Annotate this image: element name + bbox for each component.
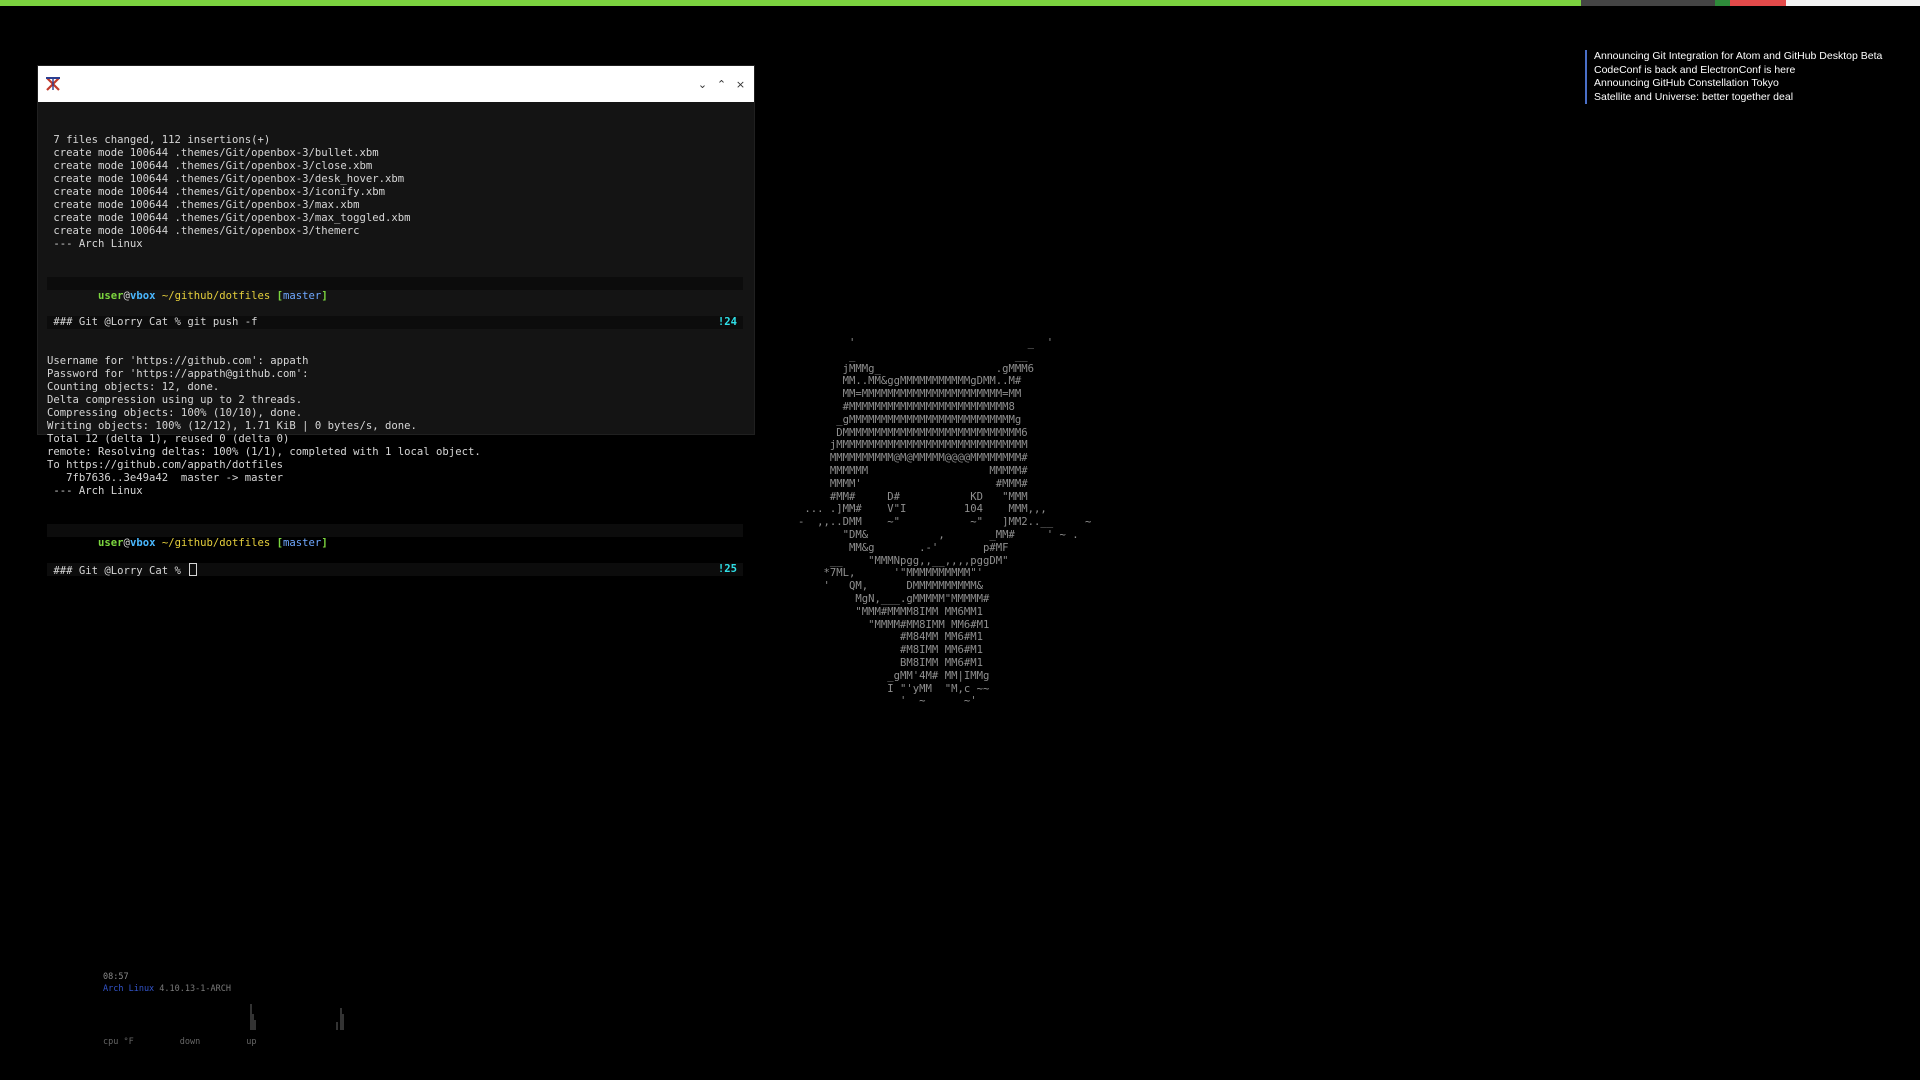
command-output-block: 7 files changed, 112 insertions(+) creat… — [47, 134, 744, 251]
output-line: Counting objects: 12, done. — [47, 381, 220, 393]
command-line: ### Git @Lorry Cat % git push -f !24 — [47, 316, 743, 329]
prompt-host: vbox — [129, 290, 156, 302]
text-cursor — [189, 563, 198, 576]
system-monitor: 08:57 Arch Linux 4.10.13-1-ARCH — [103, 972, 231, 994]
command-output-block: Username for 'https://github.com': appat… — [47, 355, 744, 498]
kernel-version: 4.10.13-1-ARCH — [154, 984, 231, 994]
command-text: ### Git @Lorry Cat % — [47, 565, 188, 577]
shell-prompt: user@vbox ~/github/dotfiles [master] — [47, 277, 743, 302]
output-line: create mode 100644 .themes/Git/openbox-3… — [47, 212, 411, 224]
output-line: create mode 100644 .themes/Git/openbox-3… — [47, 225, 360, 237]
output-line: Username for 'https://github.com': appat… — [47, 355, 309, 367]
terminal-app-icon — [44, 75, 62, 93]
maximize-button[interactable]: ⌃ — [716, 79, 727, 90]
monitor-labels: cpu °F down up — [103, 1037, 302, 1047]
prompt-branch: master — [283, 537, 322, 549]
output-line: create mode 100644 .themes/Git/openbox-3… — [47, 160, 373, 172]
news-feed: Announcing Git Integration for Atom and … — [1585, 50, 1882, 105]
output-line: To https://github.com/appath/dotfiles — [47, 459, 283, 471]
output-line: --- Arch Linux — [47, 238, 143, 250]
output-line: create mode 100644 .themes/Git/openbox-3… — [47, 199, 360, 211]
activity-graphs — [250, 1004, 344, 1030]
status-segment — [1581, 0, 1715, 6]
prompt-host: vbox — [129, 537, 156, 549]
terminal-output[interactable]: 7 files changed, 112 insertions(+) creat… — [38, 102, 754, 602]
command-line[interactable]: ### Git @Lorry Cat % !25 — [47, 563, 743, 577]
status-segment — [1786, 0, 1920, 6]
terminal-titlebar[interactable]: ⌄ ⌃ × — [38, 66, 754, 102]
output-line: Delta compression using up to 2 threads. — [47, 394, 303, 406]
output-line: 7fb7636..3e49a42 master -> master — [47, 472, 283, 484]
top-status-bar — [0, 0, 1920, 6]
prompt-bracket-right: ] — [321, 537, 328, 549]
ascii-art-octocat: ' _ ' _ __ jMMMg_ .gMMM6 MM..MM&ggMMMMMM… — [798, 337, 1092, 708]
prompt-user: user — [98, 537, 124, 549]
distro-name: Arch Linux — [103, 984, 155, 994]
system-info: Arch Linux 4.10.13-1-ARCH — [103, 984, 231, 994]
news-item[interactable]: Announcing Git Integration for Atom and … — [1594, 50, 1882, 64]
output-line: Compressing objects: 100% (10/10), done. — [47, 407, 303, 419]
output-line: Total 12 (delta 1), reused 0 (delta 0) — [47, 433, 290, 445]
command-text: ### Git @Lorry Cat % git push -f — [47, 316, 258, 328]
news-item[interactable]: Satellite and Universe: better together … — [1594, 91, 1882, 105]
prompt-user: user — [98, 290, 124, 302]
history-counter: !25 — [717, 563, 737, 575]
prompt-bracket-right: ] — [321, 290, 328, 302]
clock: 08:57 — [103, 972, 129, 982]
minimize-button[interactable]: ⌄ — [697, 79, 708, 90]
status-segment — [0, 0, 1581, 6]
output-line: create mode 100644 .themes/Git/openbox-3… — [47, 173, 405, 185]
output-line: Writing objects: 100% (12/12), 1.71 KiB … — [47, 420, 417, 432]
output-line: Password for 'https://appath@github.com'… — [47, 368, 309, 380]
prompt-branch: master — [283, 290, 322, 302]
output-line: --- Arch Linux — [47, 485, 143, 497]
prompt-path: ~/github/dotfiles — [155, 290, 277, 302]
close-button[interactable]: × — [735, 79, 746, 90]
news-item[interactable]: Announcing GitHub Constellation Tokyo — [1594, 77, 1882, 91]
shell-prompt: user@vbox ~/github/dotfiles [master] — [47, 524, 743, 549]
history-counter: !24 — [717, 316, 737, 328]
prompt-path: ~/github/dotfiles — [155, 537, 277, 549]
output-line: remote: Resolving deltas: 100% (1/1), co… — [47, 446, 481, 458]
monitor-label: down — [179, 1037, 201, 1047]
status-segment — [1715, 0, 1730, 6]
monitor-label: cpu °F — [103, 1037, 134, 1047]
news-item[interactable]: CodeConf is back and ElectronConf is her… — [1594, 64, 1882, 78]
cpu-graph — [250, 1004, 256, 1030]
output-line: 7 files changed, 112 insertions(+) — [47, 134, 271, 146]
output-line: create mode 100644 .themes/Git/openbox-3… — [47, 186, 386, 198]
status-segment — [1730, 0, 1786, 6]
output-line: create mode 100644 .themes/Git/openbox-3… — [47, 147, 379, 159]
terminal-window[interactable]: ⌄ ⌃ × 7 files changed, 112 insertions(+)… — [38, 66, 754, 577]
network-graph — [336, 1008, 344, 1030]
monitor-label: up — [246, 1037, 257, 1047]
